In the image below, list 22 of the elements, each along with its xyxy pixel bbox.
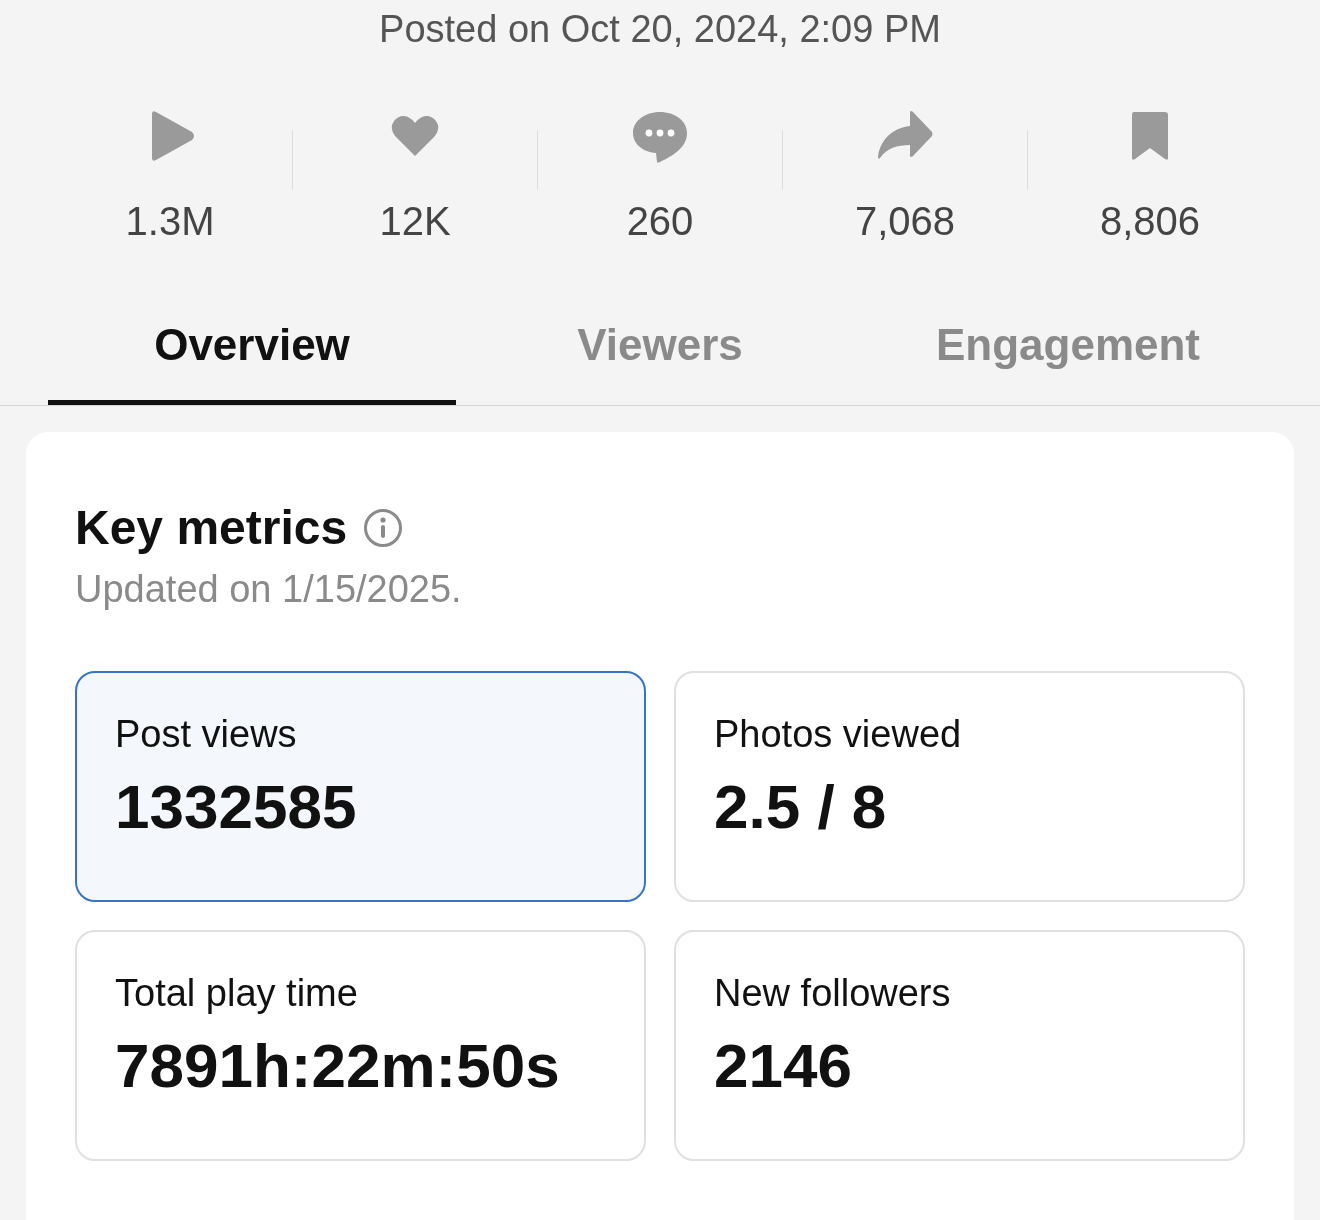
metric-label: Post views xyxy=(115,712,297,757)
stat-count: 8,806 xyxy=(1099,198,1201,244)
info-icon[interactable] xyxy=(363,508,404,548)
stat-count: 7,068 xyxy=(854,198,956,244)
metric-tile[interactable]: Total play time 7891h:22m:50s xyxy=(75,930,646,1161)
tab[interactable]: Overview xyxy=(48,290,456,405)
section-title: Key metrics xyxy=(75,500,348,556)
metric-tile[interactable]: Photos viewed 2.5 / 8 xyxy=(674,671,1245,902)
posted-date: Posted on Oct 20, 2024, 2:09 PM xyxy=(379,7,941,52)
metric-label: Total play time xyxy=(115,971,358,1016)
metric-value: 2.5 / 8 xyxy=(714,771,887,843)
metric-label: Photos viewed xyxy=(714,712,962,757)
metric-value: 2146 xyxy=(714,1030,852,1102)
stat-count: 260 xyxy=(626,198,694,244)
updated-date: Updated on 1/15/2025. xyxy=(75,568,462,610)
metric-value: 1332585 xyxy=(115,771,357,843)
stat-count: 12K xyxy=(379,198,451,244)
metric-tile[interactable]: New followers 2146 xyxy=(674,930,1245,1161)
metric-tile[interactable]: Post views 1332585 xyxy=(75,671,646,902)
metric-label: New followers xyxy=(714,971,951,1016)
metric-value: 7891h:22m:50s xyxy=(115,1030,560,1102)
stat-count: 1.3M xyxy=(125,198,215,244)
